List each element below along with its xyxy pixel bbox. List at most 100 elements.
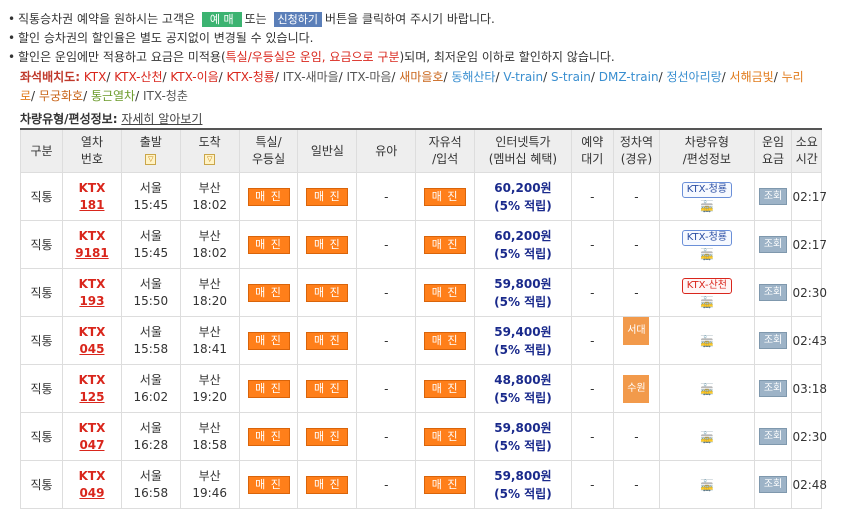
train-kind: KTX — [78, 468, 106, 483]
book-button-sample[interactable]: 예 매 — [201, 12, 242, 27]
seat-map-link[interactable]: V-train — [503, 70, 543, 84]
cell-train-no[interactable]: KTX 049 — [62, 460, 122, 509]
sold-out-button[interactable]: 매 진 — [247, 187, 290, 206]
cell-train-no[interactable]: KTX 045 — [62, 316, 122, 365]
apply-button-sample[interactable]: 신청하기 — [273, 12, 323, 27]
sold-out-button[interactable]: 매 진 — [424, 427, 467, 446]
train-number-link[interactable]: 181 — [79, 198, 104, 212]
train-car-icon[interactable]: 🚋 — [700, 336, 714, 348]
seat-map-link[interactable]: ITX-새마을 — [283, 70, 339, 84]
cell-general: 매 진 — [297, 460, 358, 509]
sold-out-button[interactable]: 매 진 — [306, 475, 349, 494]
separator: / — [83, 89, 91, 103]
seat-map-link[interactable]: KTX-청룡 — [227, 70, 275, 84]
train-number-link[interactable]: 049 — [79, 486, 104, 500]
sold-out-button[interactable]: 매 진 — [247, 379, 290, 398]
cell-train-no[interactable]: KTX 047 — [62, 412, 122, 461]
train-car-icon[interactable]: 🚋 — [700, 200, 714, 213]
sold-out-button[interactable]: 매 진 — [247, 235, 290, 254]
cell-train-no[interactable]: KTX 9181 — [62, 220, 122, 269]
price-reward: (5% 적립) — [494, 198, 552, 213]
seat-map-link[interactable]: ITX-마음 — [347, 70, 392, 84]
sold-out-button[interactable]: 매 진 — [306, 283, 349, 302]
seat-map-link[interactable]: 동해산타 — [451, 70, 495, 84]
header-stops: 정차역 (경유) — [612, 128, 661, 173]
seat-map-link[interactable]: DMZ-train — [599, 70, 659, 84]
header-type: 구분 — [19, 128, 64, 173]
train-number-link[interactable]: 9181 — [75, 246, 108, 260]
notice-list: • 직통승차권 예약을 원하시는 고객은 예 매 또는 신청하기 버튼을 클릭하여 주… — [8, 10, 838, 67]
sold-out-button[interactable]: 매 진 — [306, 331, 349, 350]
fare-view-button[interactable]: 조회 — [759, 476, 788, 493]
car-type-badge[interactable]: KTX-청룡 — [681, 181, 732, 198]
cell-departure: 서울 15:50 — [120, 268, 181, 317]
train-car-icon[interactable]: 🚋 — [700, 384, 714, 396]
fare-view-button[interactable]: 조회 — [759, 380, 788, 397]
train-car-icon[interactable]: 🚋 — [700, 432, 714, 444]
separator: / — [721, 70, 730, 84]
seat-map-link[interactable]: KTX — [84, 70, 107, 84]
sold-out-button[interactable]: 매 진 — [247, 475, 290, 494]
sold-out-button[interactable]: 매 진 — [424, 331, 467, 350]
train-number-link[interactable]: 045 — [79, 342, 104, 356]
sold-out-button[interactable]: 매 진 — [247, 283, 290, 302]
seat-map-link[interactable]: KTX-이음 — [170, 70, 218, 84]
train-car-icon[interactable]: 🚋 — [700, 296, 714, 309]
cell-train-no[interactable]: KTX 125 — [62, 364, 122, 413]
car-type-badge[interactable]: KTX-청룡 — [681, 229, 732, 246]
fare-view-button[interactable]: 조회 — [759, 284, 788, 301]
cell-stops: - — [612, 268, 661, 317]
price-value: 48,800원 — [494, 372, 552, 387]
cell-train-no[interactable]: KTX 181 — [62, 172, 122, 221]
seat-map-link[interactable]: KTX-산천 — [114, 70, 162, 84]
seat-map-link[interactable]: ITX-청춘 — [143, 89, 188, 103]
sold-out-button[interactable]: 매 진 — [424, 235, 467, 254]
sold-out-button[interactable]: 매 진 — [306, 379, 349, 398]
cell-infant: - — [356, 220, 417, 269]
seat-map-link[interactable]: 서해금빛 — [730, 70, 774, 84]
header-departure[interactable]: 출발 ▽ — [120, 128, 181, 173]
seat-map-link[interactable]: S-train — [551, 70, 591, 84]
seat-map-link[interactable]: 통근열차 — [91, 89, 135, 103]
header-arrival[interactable]: 도착 ▽ — [179, 128, 240, 173]
seat-map-link[interactable]: 새마을호 — [399, 70, 443, 84]
cell-train-no[interactable]: KTX 193 — [62, 268, 122, 317]
sold-out-button[interactable]: 매 진 — [424, 283, 467, 302]
cell-departure: 서울 16:58 — [120, 460, 181, 509]
cell-duration: 02:30 — [791, 412, 827, 461]
train-table: 구분 열차 번호 출발 ▽ 도착 ▽ 특실/우등실 일반실 유아 자유석/입석 인터넷… — [19, 128, 827, 509]
fare-view-button[interactable]: 조회 — [759, 236, 788, 253]
fare-view-button[interactable]: 조회 — [759, 332, 788, 349]
fare-view-button[interactable]: 조회 — [759, 428, 788, 445]
stop-station-button[interactable]: 수원 — [623, 374, 650, 403]
stop-empty: - — [634, 477, 639, 492]
cell-free-seat: 매 진 — [415, 316, 476, 365]
sold-out-button[interactable]: 매 진 — [424, 187, 467, 206]
sold-out-button[interactable]: 매 진 — [306, 235, 349, 254]
sold-out-button[interactable]: 매 진 — [247, 331, 290, 350]
car-type-info-label: 차량유형/편성정보: — [20, 112, 118, 126]
price-reward: (5% 적립) — [494, 438, 552, 453]
header-car-type: 차량유형/편성정보 — [659, 128, 755, 173]
train-number-link[interactable]: 193 — [79, 294, 104, 308]
train-number-link[interactable]: 047 — [79, 438, 104, 452]
stop-station-button[interactable]: 서대구 — [623, 317, 650, 364]
sold-out-button[interactable]: 매 진 — [424, 379, 467, 398]
cell-duration: 02:17 — [791, 220, 827, 269]
seat-map-link[interactable]: 정선아리랑 — [666, 70, 721, 84]
cell-type: 직통 — [19, 268, 64, 317]
sort-icon[interactable]: ▽ — [145, 154, 157, 165]
car-type-badge[interactable]: KTX-산천 — [681, 277, 732, 294]
train-car-icon[interactable]: 🚋 — [700, 480, 714, 492]
sold-out-button[interactable]: 매 진 — [247, 427, 290, 446]
train-number-link[interactable]: 125 — [79, 390, 104, 404]
sold-out-button[interactable]: 매 진 — [306, 427, 349, 446]
sold-out-button[interactable]: 매 진 — [424, 475, 467, 494]
sold-out-button[interactable]: 매 진 — [306, 187, 349, 206]
car-type-info-link[interactable]: 자세히 알아보기 — [121, 112, 202, 126]
train-car-icon[interactable]: 🚋 — [700, 248, 714, 261]
dep-station: 서울 — [139, 324, 162, 339]
sort-icon[interactable]: ▽ — [204, 154, 216, 165]
fare-view-button[interactable]: 조회 — [759, 188, 788, 205]
seat-map-link[interactable]: 무궁화호 — [39, 89, 83, 103]
